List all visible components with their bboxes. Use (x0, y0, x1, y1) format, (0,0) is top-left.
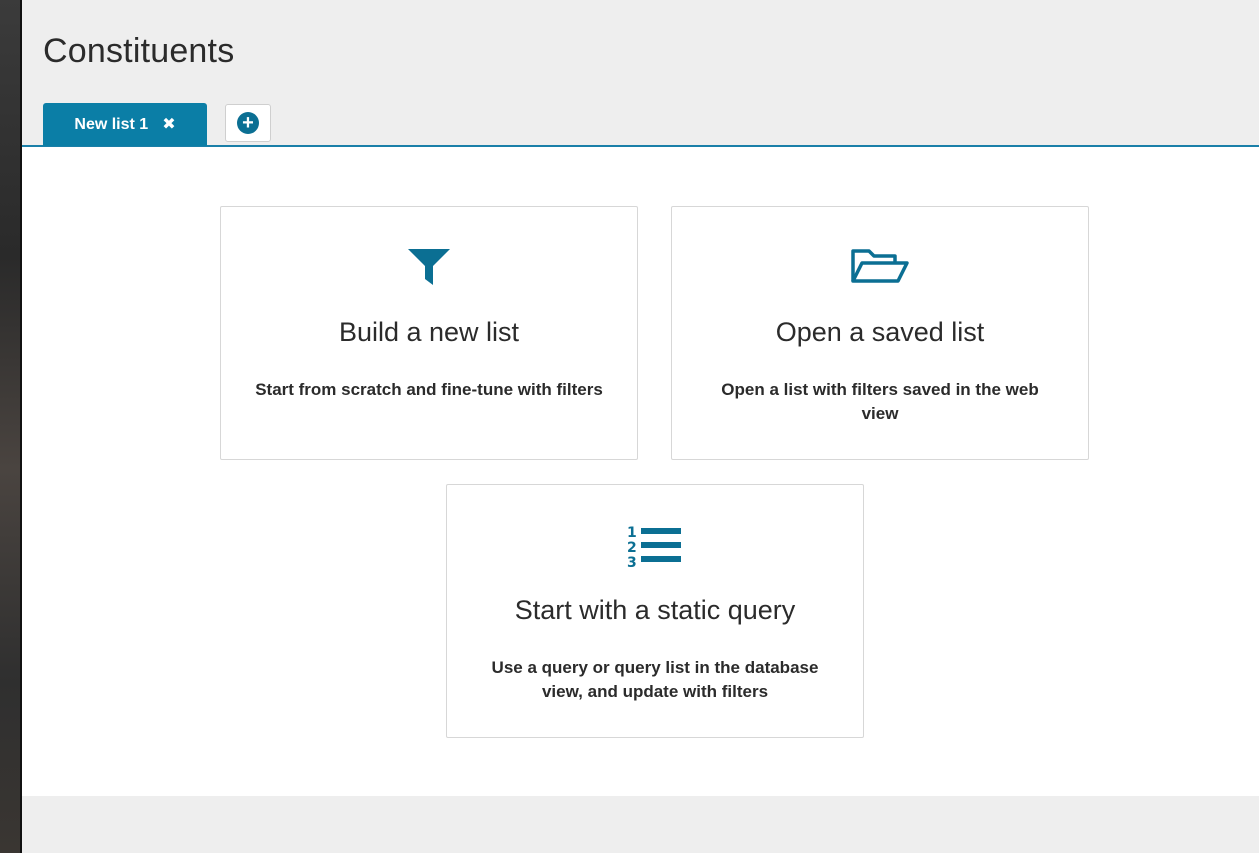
page-title: Constituents (43, 32, 235, 70)
folder-open-icon (672, 245, 1088, 287)
card-title: Start with a static query (514, 595, 796, 625)
page-header: Constituents New list 1 ✖ + (22, 0, 1259, 147)
svg-text:1: 1 (627, 525, 637, 541)
numbered-list-icon: 1 2 3 (447, 523, 863, 569)
open-saved-list-card[interactable]: Open a saved list Open a list with filte… (671, 206, 1089, 460)
card-title: Open a saved list (775, 317, 985, 347)
window-left-edge (0, 0, 22, 853)
tab-new-list-1[interactable]: New list 1 ✖ (43, 103, 207, 146)
plus-circle-icon: + (237, 112, 259, 134)
card-description: Start from scratch and fine-tune with fi… (255, 380, 603, 399)
card-title: Build a new list (338, 317, 520, 347)
tab-label: New list 1 (74, 115, 149, 133)
build-new-list-card[interactable]: Build a new list Start from scratch and … (220, 206, 638, 460)
app-window: Constituents New list 1 ✖ + Build a new … (22, 0, 1259, 853)
close-icon[interactable]: ✖ (162, 116, 175, 133)
svg-text:2: 2 (627, 540, 637, 556)
card-description: Use a query or query list in the databas… (491, 658, 819, 701)
svg-text:3: 3 (627, 555, 637, 569)
static-query-card[interactable]: 1 2 3 Start with a static query Use a qu… (446, 484, 864, 738)
filter-icon (221, 245, 637, 287)
page-footer (22, 796, 1259, 853)
add-tab-button[interactable]: + (225, 104, 271, 142)
card-description: Open a list with filters saved in the we… (721, 380, 1039, 423)
